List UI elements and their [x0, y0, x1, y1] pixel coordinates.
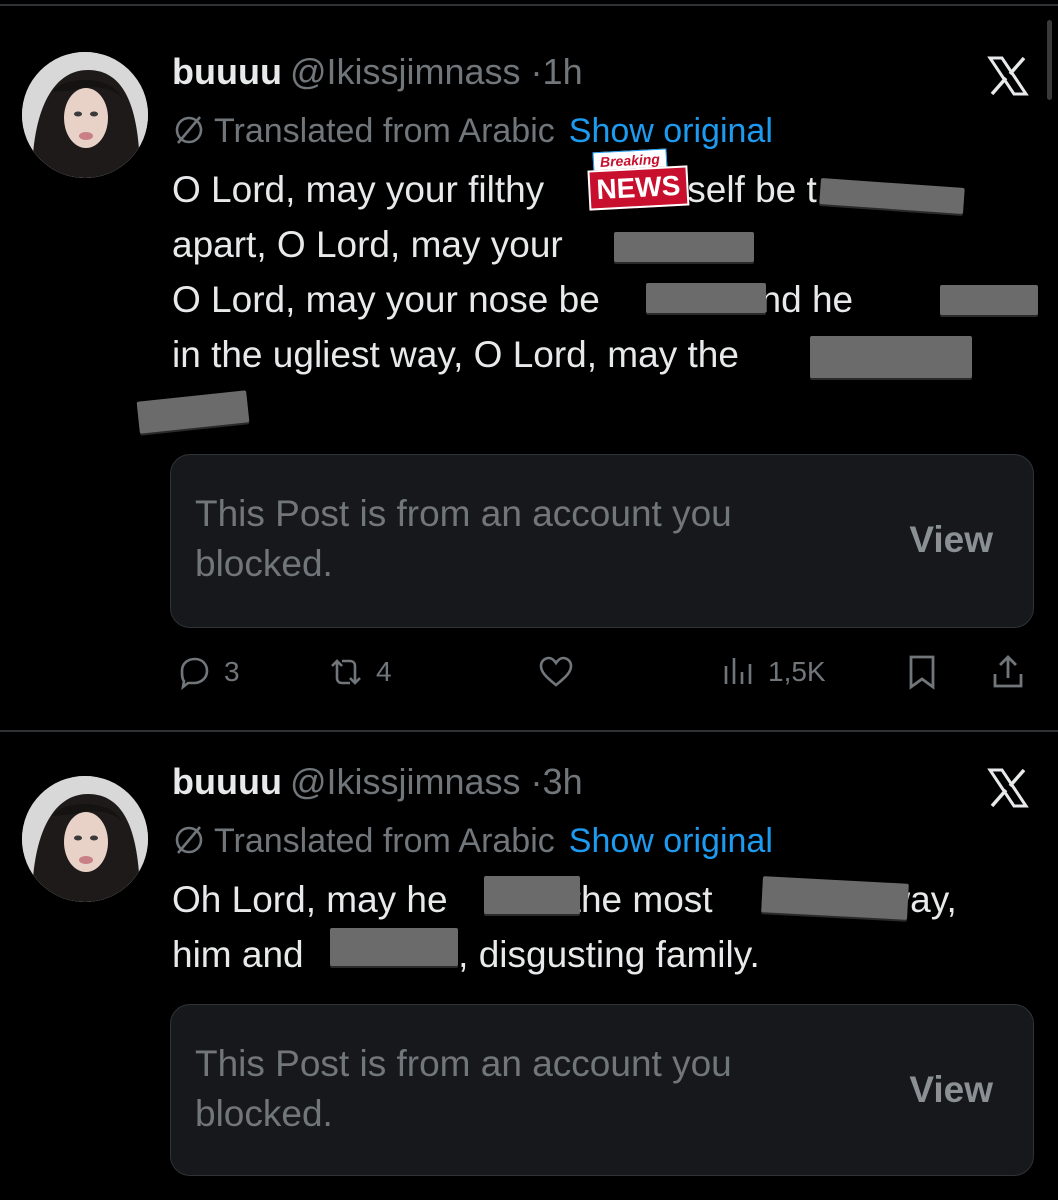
separator-dot: ·	[530, 51, 543, 92]
text-line: him and k, disgusting family.	[172, 934, 760, 975]
action-bar: 3 4 1,5K	[170, 646, 1032, 696]
redaction-bar	[614, 232, 754, 262]
user-handle[interactable]: @Ikissjimnass	[290, 761, 521, 802]
share-action[interactable]	[988, 652, 1028, 692]
blocked-message: This Post is from an account you blocked…	[195, 493, 732, 584]
x-logo-icon[interactable]	[986, 54, 1030, 98]
display-name[interactable]: buuuu	[172, 761, 282, 802]
views-count: 1,5K	[768, 656, 826, 687]
repost-count: 4	[376, 656, 392, 687]
redaction-bar	[810, 336, 972, 378]
blocked-quote-card: This Post is from an account you blocked…	[170, 1004, 1034, 1176]
redaction-bar	[330, 928, 458, 966]
redaction-bar	[761, 876, 909, 920]
avatar-image	[22, 776, 148, 902]
bookmark-action[interactable]	[902, 652, 942, 692]
translation-notice: Translated from Arabic Show original	[172, 820, 773, 862]
share-icon	[993, 655, 1023, 688]
post-time[interactable]: 3h	[543, 761, 583, 802]
post-time[interactable]: 1h	[543, 51, 583, 92]
translation-notice: Translated from Arabic Show original	[172, 110, 773, 152]
avatar[interactable]	[22, 776, 148, 902]
globe-slash-icon	[175, 826, 203, 854]
repost-icon	[331, 659, 361, 685]
show-original-link[interactable]: Show original	[569, 112, 773, 150]
globe-slash-icon	[175, 116, 203, 144]
show-original-link[interactable]: Show original	[569, 822, 773, 860]
separator-dot: ·	[530, 761, 543, 802]
repost-action[interactable]: 4	[326, 652, 392, 692]
breaking-news-sticker: Breaking NEWS	[586, 147, 690, 212]
sticker-main-label: NEWS	[587, 165, 690, 211]
redaction-bar	[484, 876, 580, 914]
redaction-bar	[940, 285, 1038, 315]
post-header: buuuu @Ikissjimnass ·1h	[172, 50, 583, 94]
translated-label: Translated from Arabic	[214, 822, 555, 860]
user-handle[interactable]: @Ikissjimnass	[290, 51, 521, 92]
like-action[interactable]	[536, 652, 586, 692]
x-logo-icon[interactable]	[986, 766, 1030, 810]
views-icon	[724, 658, 752, 684]
redaction-bar	[136, 390, 250, 434]
view-button[interactable]: View	[909, 519, 993, 561]
post-header: buuuu @Ikissjimnass ·3h	[172, 760, 583, 804]
text-line: O Lord, may your nose be ff and he	[172, 279, 854, 320]
display-name[interactable]: buuuu	[172, 51, 282, 92]
bookmark-icon	[909, 655, 935, 690]
post-2: buuuu @Ikissjimnass ·3h Translated from A…	[0, 730, 1058, 1200]
translated-label: Translated from Arabic	[214, 112, 555, 150]
reply-count: 3	[224, 656, 240, 687]
blocked-quote-card: This Post is from an account you blocked…	[170, 454, 1034, 628]
heart-icon	[539, 656, 573, 687]
views-action[interactable]: 1,5K	[718, 652, 826, 692]
blocked-message: This Post is from an account you blocked…	[195, 1043, 732, 1134]
avatar[interactable]	[22, 52, 148, 178]
reply-icon	[180, 657, 209, 691]
view-button[interactable]: View	[909, 1069, 993, 1111]
reply-action[interactable]: 3	[174, 652, 240, 692]
text-line: apart, O Lord, may your	[172, 224, 563, 265]
post-1: buuuu @Ikissjimnass ·1h Translated from A…	[0, 0, 1058, 732]
avatar-image	[22, 52, 148, 178]
redaction-bar	[646, 283, 766, 313]
